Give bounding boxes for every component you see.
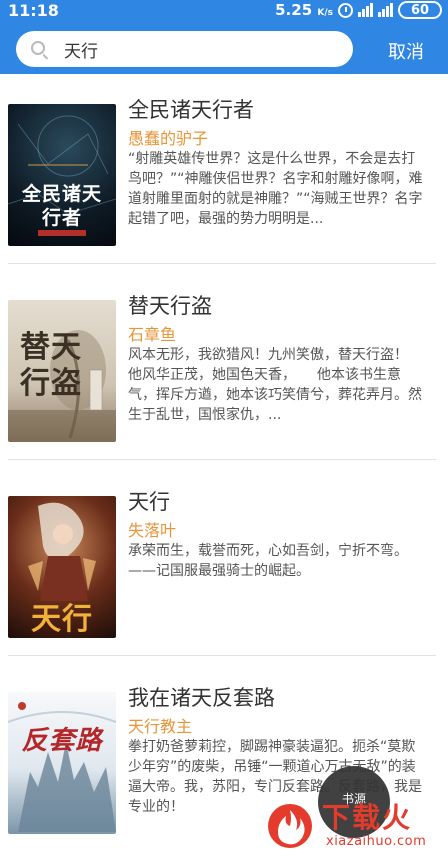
cover-title: 反套路	[21, 726, 103, 756]
search-input[interactable]	[64, 35, 334, 63]
cancel-button[interactable]: 取消	[371, 38, 441, 64]
status-bar: 11:18 5.25 K/s 60	[0, 0, 448, 22]
alarm-icon	[338, 2, 353, 18]
net-speed: 5.25 K/s	[275, 1, 333, 19]
book-title: 替天行盗	[128, 294, 212, 318]
book-item[interactable]: 天行 天行 失落叶 承荣而生，载誉而死，心如吾剑，宁折不弯。——记国服最强骑士的…	[0, 466, 448, 656]
book-author: 石章鱼	[128, 325, 177, 344]
watermark-url: xiazaihuo.com	[326, 834, 427, 849]
divider	[8, 263, 436, 264]
fire-logo-icon	[268, 804, 312, 848]
cover-title: 全民诸天 行者	[21, 183, 102, 229]
book-author: 失落叶	[128, 521, 177, 540]
book-title: 天行	[128, 490, 170, 514]
book-cover: 全民诸天 行者	[8, 104, 116, 246]
book-title: 全民诸天行者	[128, 98, 254, 122]
book-cover: 替天 行盗	[8, 300, 116, 442]
book-author: 天行教主	[128, 717, 193, 736]
book-description: “射雕英雄传世界？这是什么世界，不会是去打鸟吧？”“神雕侠侣世界？名字和射雕好像…	[128, 151, 423, 227]
divider	[8, 655, 436, 656]
book-cover: 天行	[8, 496, 116, 638]
app-header: 11:18 5.25 K/s 60 取消	[0, 0, 448, 74]
signal-icon	[378, 3, 393, 17]
cover-title: 替天 行盗	[20, 330, 82, 401]
book-cover: 反套路	[8, 692, 116, 834]
book-item[interactable]: 替天 行盗 替天行盗 石章鱼 风本无形，我欲猎风！九州笑傲，替天行盗！ 他风华正茂…	[0, 270, 448, 460]
signal-icon	[358, 3, 373, 17]
divider	[8, 459, 436, 460]
battery-icon: 60	[398, 1, 442, 19]
book-item[interactable]: 全民诸天 行者 全民诸天行者 愚蠢的驴子 “射雕英雄传世界？这是什么世界，不会是去…	[0, 74, 448, 264]
cover-title: 天行	[31, 602, 93, 637]
book-description: 承荣而生，载誉而死，心如吾剑，宁折不弯。——记国服最强骑士的崛起。	[128, 543, 408, 579]
book-title: 我在诸天反套路	[128, 686, 275, 710]
status-time: 11:18	[8, 1, 59, 20]
cover-art	[8, 702, 116, 832]
book-description: 风本无形，我欲猎风！九州笑傲，替天行盗！ 他风华正茂，她国色天香， 他本该书生意…	[128, 347, 428, 423]
book-author: 愚蠢的驴子	[128, 129, 209, 148]
watermark-brand: 下载火	[322, 801, 413, 834]
search-bar[interactable]	[16, 31, 353, 67]
status-icons: 5.25 K/s 60	[275, 1, 442, 19]
search-icon	[31, 41, 45, 55]
